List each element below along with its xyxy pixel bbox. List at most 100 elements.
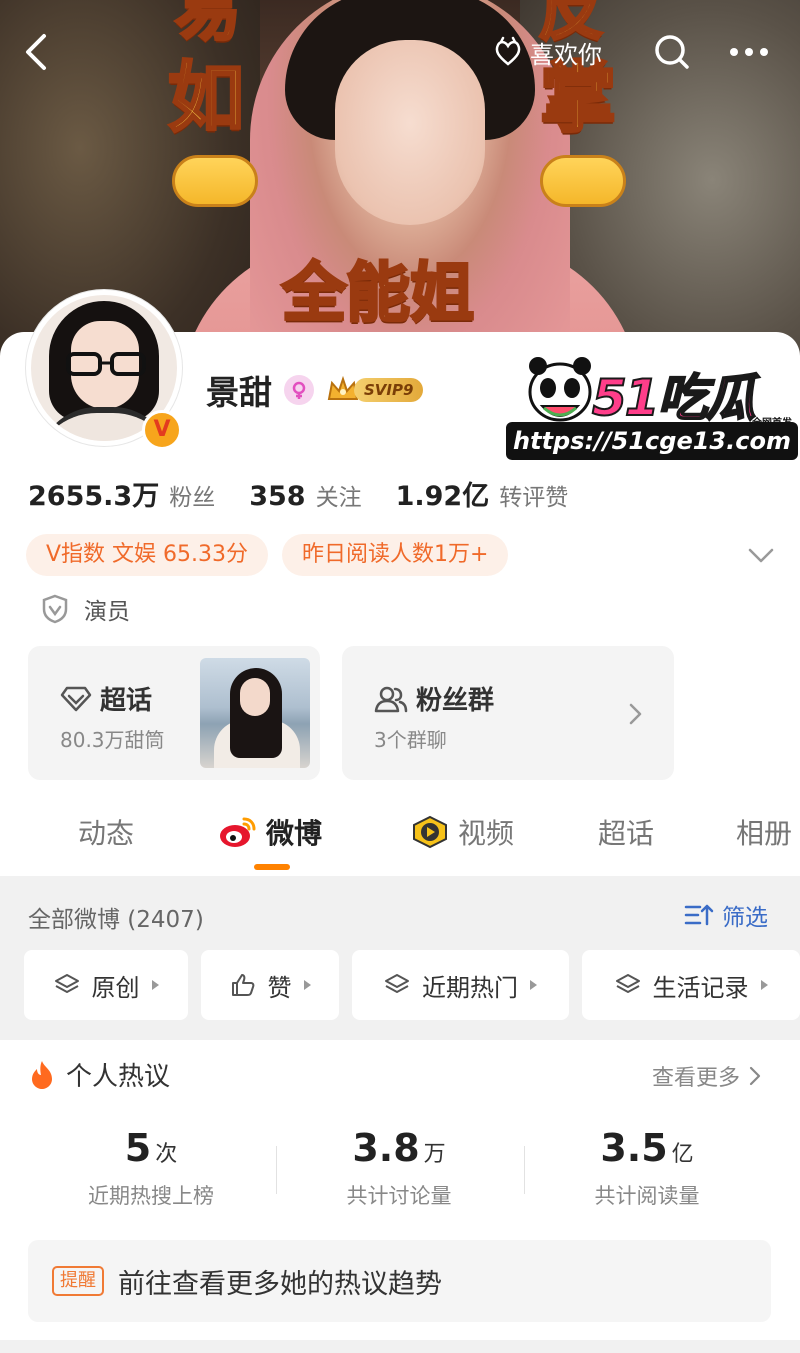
- followers-stat[interactable]: 2655.3万 粉丝: [28, 474, 215, 513]
- people-icon: [374, 686, 408, 712]
- name-row: 景甜 SVIP9: [206, 368, 424, 412]
- following-stat[interactable]: 358 关注: [249, 478, 361, 512]
- verified-v-icon: V: [142, 410, 182, 450]
- fist-emoji-right: [540, 155, 626, 207]
- see-more-link[interactable]: 查看更多: [652, 1060, 762, 1092]
- super-topic-sub: 80.3万甜筒: [60, 728, 165, 752]
- tab-video[interactable]: 视频: [410, 812, 514, 852]
- reminder-text: 前往查看更多她的热议趋势: [118, 1269, 442, 1300]
- panda-mascot-icon: [528, 357, 592, 422]
- filter-icon: [684, 904, 714, 926]
- profile-stats: 2655.3万 粉丝 358 关注 1.92亿 转评赞: [28, 474, 602, 513]
- interactions-stat[interactable]: 1.92亿 转评赞: [396, 474, 569, 513]
- flame-icon: [32, 1060, 52, 1089]
- profile-tags: V指数 文娱 65.33分 昨日阅读人数1万+: [26, 534, 509, 576]
- reading-unit: 亿: [671, 1142, 694, 1167]
- tab-weibo-label: 微博: [266, 817, 323, 850]
- tab-weibo[interactable]: 微博: [218, 812, 322, 852]
- poster-slogan: 全能姐: [281, 257, 476, 331]
- weibo-eye-icon: [220, 817, 256, 847]
- avatar-glasses: [66, 352, 146, 376]
- more-options-button[interactable]: [724, 30, 774, 74]
- more-dots-icon: [730, 48, 768, 56]
- chevron-right-icon: [629, 703, 642, 725]
- back-button[interactable]: [18, 30, 58, 74]
- hot-search-stat[interactable]: 5次 近期热搜上榜: [26, 1126, 276, 1210]
- discussion-stat[interactable]: 3.8 万 共计讨论量: [274, 1126, 524, 1210]
- fan-group-card[interactable]: 粉丝群 3个群聊: [342, 646, 674, 780]
- following-count: 358: [249, 481, 306, 512]
- feed-count-header: 全部微博 (2407): [28, 907, 204, 933]
- tab-activity[interactable]: 动态: [78, 812, 134, 852]
- fan-group-title-row: 粉丝群: [374, 680, 494, 717]
- user-name: 景甜: [206, 373, 272, 412]
- chip-likes[interactable]: 赞: [201, 950, 339, 1020]
- hot-discussion-section: 个人热议 查看更多 5次 近期热搜上榜 3.8 万 共计讨论量 3.5 亿 共计阅读…: [0, 1040, 800, 1353]
- top-bar: 喜欢你: [0, 18, 800, 88]
- tab-super-topic[interactable]: 超话: [598, 812, 654, 852]
- bottom-divider: [0, 1340, 800, 1353]
- interactions-count: 1.92亿: [395, 481, 490, 512]
- interactions-label: 转评赞: [499, 485, 569, 511]
- chip-arrow: [151, 980, 159, 990]
- super-topic-title-row: 超话: [60, 680, 152, 717]
- feed-filter-section: 全部微博 (2407) 筛选 原创 赞 近期热门 生活记录: [0, 876, 800, 1040]
- chip-arrow: [530, 980, 537, 990]
- tab-activity-label: 动态: [78, 817, 135, 850]
- layers-icon: [615, 974, 640, 993]
- hot-stats: 5次 近期热搜上榜 3.8 万 共计讨论量 3.5 亿 共计阅读量: [0, 1126, 800, 1216]
- verification-text: 演员: [84, 599, 130, 625]
- back-arrow-icon: [26, 34, 46, 70]
- tab-album-label: 相册: [736, 817, 793, 850]
- reading-value: 3.5: [600, 1126, 668, 1170]
- reading-label: 共计阅读量: [594, 1184, 700, 1208]
- chip-life-record-label: 生活记录: [652, 973, 749, 1002]
- thumbs-up-icon: [231, 974, 254, 996]
- watermark-url: https://51cge13.com: [506, 422, 798, 460]
- like-you-button[interactable]: 喜欢你: [478, 30, 616, 74]
- filter-button[interactable]: 筛选: [684, 898, 768, 932]
- super-topic-title: 超话: [100, 686, 153, 716]
- chevron-right-icon: [749, 1066, 761, 1086]
- super-topic-card[interactable]: 超话 80.3万甜筒: [28, 646, 320, 780]
- verification-row: 演员: [40, 592, 130, 626]
- watermark-brand: 51吃瓜: [591, 368, 757, 428]
- layers-icon: [54, 974, 79, 993]
- chip-arrow: [760, 980, 768, 990]
- video-play-icon: [413, 815, 447, 849]
- discussion-value: 3.8: [352, 1126, 420, 1170]
- see-more-label: 查看更多: [652, 1066, 741, 1091]
- followers-count: 2655.3万: [28, 481, 160, 512]
- chip-recent-hot[interactable]: 近期热门: [352, 950, 569, 1020]
- hot-search-value: 5: [124, 1126, 152, 1170]
- search-icon: [655, 35, 689, 69]
- readers-tag[interactable]: 昨日阅读人数1万+: [282, 534, 509, 576]
- chip-recent-hot-label: 近期热门: [422, 973, 518, 1002]
- filter-label: 筛选: [722, 905, 768, 931]
- following-label: 关注: [315, 485, 362, 511]
- hot-title: 个人热议: [66, 1062, 171, 1092]
- photo-face: [240, 678, 270, 716]
- reminder-badge: 提醒: [52, 1266, 104, 1296]
- fist-emoji-left: [172, 155, 258, 207]
- chip-likes-label: 赞: [267, 973, 292, 1002]
- svip-badge[interactable]: SVIP9: [326, 375, 424, 405]
- chip-life-record[interactable]: 生活记录: [582, 950, 800, 1020]
- hot-search-unit: 次: [155, 1142, 178, 1167]
- v-index-tag[interactable]: V指数 文娱 65.33分: [26, 534, 269, 576]
- chevron-down-icon[interactable]: [744, 538, 778, 572]
- tab-super-topic-label: 超话: [598, 817, 655, 850]
- chip-original[interactable]: 原创: [24, 950, 188, 1020]
- discussion-label: 共计讨论量: [346, 1184, 452, 1208]
- fan-group-sub: 3个群聊: [374, 728, 447, 752]
- reading-stat[interactable]: 3.5 亿 共计阅读量: [522, 1126, 772, 1210]
- tab-album[interactable]: 相册: [736, 812, 792, 852]
- super-topic-photo: [200, 658, 310, 768]
- followers-label: 粉丝: [169, 485, 216, 511]
- profile-tabs: 动态 微博 视频 超话 相册: [0, 800, 800, 872]
- hot-search-label: 近期热搜上榜: [88, 1184, 214, 1208]
- search-button[interactable]: [650, 30, 694, 74]
- chip-original-label: 原创: [91, 973, 140, 1002]
- chip-arrow: [303, 980, 311, 990]
- trend-reminder-banner[interactable]: 提醒 前往查看更多她的热议趋势: [28, 1240, 771, 1322]
